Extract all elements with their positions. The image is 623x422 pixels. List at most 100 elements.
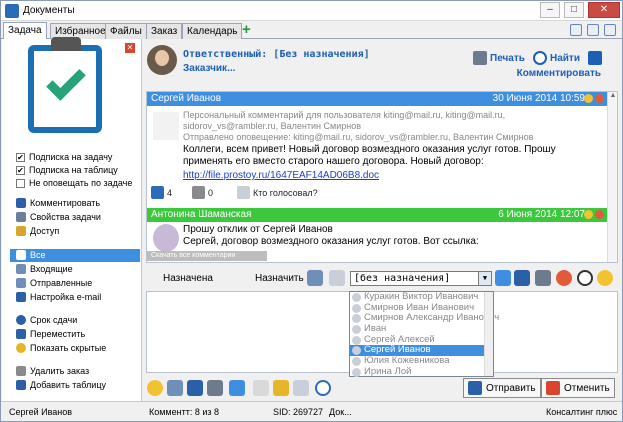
- option-label: Сергей Иванов: [364, 344, 431, 356]
- tab-order[interactable]: Заказ: [146, 23, 183, 39]
- status-sid: SID: 269727: [273, 407, 324, 417]
- responsible-link[interactable]: Ответственный: [Без назначения]: [183, 49, 370, 60]
- who-voted-link[interactable]: Кто голосовал?: [253, 188, 318, 198]
- comment-link[interactable]: Комментировать: [517, 68, 601, 79]
- sidebar-item-show-hidden[interactable]: Показать скрытые: [16, 342, 106, 354]
- message-meta-line: Отправлено оповещение: kiting@mail.ru, s…: [183, 132, 534, 142]
- thumbs-down-icon[interactable]: [192, 186, 206, 199]
- sidebar-item-inbox[interactable]: Входящие: [16, 263, 73, 275]
- option-label: Смирнов Александр Иванович: [364, 312, 500, 324]
- sidebar-item-properties[interactable]: Свойства задачи: [16, 211, 101, 223]
- assignee-combo-value: [без назначения]: [354, 273, 451, 284]
- window-title: Документы: [23, 5, 75, 16]
- sidebar-item-email-settings[interactable]: Настройка e-mail: [16, 291, 101, 303]
- scroll-up-icon[interactable]: ▲: [608, 92, 617, 102]
- message-author[interactable]: Сергей Иванов: [151, 93, 221, 104]
- message-text-line: Коллеги, всем привет! Новый договор возм…: [183, 144, 556, 155]
- user-icon: [352, 314, 361, 324]
- calendar-icon[interactable]: [587, 24, 599, 36]
- flag-icon[interactable]: [595, 210, 604, 219]
- paste-icon[interactable]: [273, 380, 289, 396]
- attach-icon[interactable]: [167, 380, 183, 396]
- cancel-button[interactable]: Отменить: [541, 378, 615, 398]
- printer-icon[interactable]: [535, 270, 551, 286]
- checkmark-icon: [46, 61, 86, 101]
- sidebar-item-sent[interactable]: Отправленные: [16, 277, 92, 289]
- tab-calendar[interactable]: Календарь: [182, 23, 243, 39]
- message-author[interactable]: Антонина Шаманская: [151, 209, 251, 220]
- checkbox-subscribe-table[interactable]: ✔ Подписка на таблицу: [16, 164, 118, 176]
- maximize-button[interactable]: □: [564, 2, 584, 18]
- emoji-icon[interactable]: [147, 380, 163, 396]
- document-icon[interactable]: [253, 380, 269, 396]
- sidebar-item-all[interactable]: Все: [16, 249, 46, 261]
- sidebar-item-label: Отправленные: [30, 278, 93, 288]
- sidebar-item-label: Показать скрытые: [30, 343, 107, 353]
- envelope-icon[interactable]: [570, 24, 582, 36]
- dropdown-scrollbar[interactable]: [484, 292, 493, 376]
- edit-pencil-button[interactable]: [588, 51, 605, 65]
- avatar: [153, 112, 179, 140]
- cancel-label: Отменить: [564, 382, 610, 394]
- assign-user-icon[interactable]: [307, 270, 323, 286]
- table-icon: [16, 380, 26, 390]
- assign-user-alt-icon[interactable]: [329, 270, 345, 286]
- star-icon[interactable]: [584, 94, 593, 103]
- add-tab-icon[interactable]: +: [242, 22, 251, 38]
- customer-link[interactable]: Заказчик...: [183, 63, 235, 74]
- checkbox-icon[interactable]: ✔: [16, 152, 25, 162]
- message-date: 30 Июня 2014 10:59: [492, 93, 585, 104]
- inbox-icon: [16, 264, 26, 274]
- print-label: Печать: [490, 52, 525, 64]
- user-check-icon[interactable]: [495, 270, 511, 286]
- sidebar-item-delete-order[interactable]: Удалить заказ: [16, 365, 89, 377]
- sidebar-item-move[interactable]: Переместить: [16, 328, 85, 340]
- print-button[interactable]: Печать: [473, 51, 525, 65]
- message-status-icons: [584, 210, 604, 219]
- alarm-clock-icon[interactable]: [577, 270, 593, 286]
- link-icon[interactable]: [187, 380, 203, 396]
- refresh-icon[interactable]: [315, 380, 331, 396]
- sidebar-item-comment[interactable]: Комментировать: [16, 197, 100, 209]
- sent-icon: [16, 278, 26, 288]
- sidebar-item-deadline[interactable]: Срок сдачи: [16, 314, 77, 326]
- tab-bar: Задача Избранное Файлы Заказ Календарь +: [1, 21, 622, 39]
- priority-icon[interactable]: [556, 270, 572, 286]
- checkbox-label: Подписка на таблицу: [29, 165, 118, 175]
- assignee-combo[interactable]: [без назначения] ▼: [350, 271, 492, 286]
- move-icon: [16, 329, 26, 339]
- microphone-icon[interactable]: [229, 380, 245, 396]
- award-icon[interactable]: [597, 270, 613, 286]
- sidebar-item-label: Переместить: [30, 329, 86, 339]
- download-all-comments[interactable]: Скачать все комментарии: [147, 251, 267, 261]
- sidebar-item-add-table[interactable]: Добавить таблицу: [16, 379, 106, 391]
- scanner-icon[interactable]: [207, 380, 223, 396]
- checkbox-icon[interactable]: ✔: [16, 165, 25, 175]
- close-icon[interactable]: ✕: [125, 43, 135, 53]
- document-link[interactable]: http://file.prostoy.ru/1647EAF14AD06B8.d…: [183, 170, 379, 181]
- thumbs-up-icon[interactable]: [151, 186, 164, 199]
- user-icon: [352, 325, 361, 335]
- feed-scrollbar[interactable]: ▲: [607, 92, 617, 262]
- sidebar-item-access[interactable]: Доступ: [16, 225, 59, 237]
- checkbox-subscribe-task[interactable]: ✔ Подписка на задачу: [16, 151, 112, 163]
- mail-check-icon[interactable]: [514, 270, 530, 286]
- clipboard-clip-icon: [51, 37, 81, 51]
- checkbox-icon[interactable]: [16, 178, 25, 188]
- chevron-down-icon[interactable]: ▼: [478, 272, 491, 285]
- close-button[interactable]: ✕: [588, 2, 620, 18]
- window-controls: – □ ✕: [536, 2, 620, 18]
- flag-icon[interactable]: [595, 94, 604, 103]
- user-icon: [352, 357, 361, 367]
- close-panel-icon[interactable]: [604, 24, 616, 36]
- option-label: Куракин Виктор Иванович: [364, 291, 479, 302]
- find-button[interactable]: Найти: [533, 51, 580, 65]
- star-icon[interactable]: [584, 210, 593, 219]
- tab-task[interactable]: Задача: [3, 22, 47, 39]
- checkbox-no-notify[interactable]: Не оповещать по задаче: [16, 177, 132, 189]
- send-button[interactable]: Отправить: [463, 378, 541, 398]
- tab-files[interactable]: Файлы: [105, 23, 147, 39]
- sidebar-item-label: Комментировать: [30, 198, 101, 208]
- minimize-button[interactable]: –: [540, 2, 560, 18]
- copy-icon[interactable]: [293, 380, 309, 396]
